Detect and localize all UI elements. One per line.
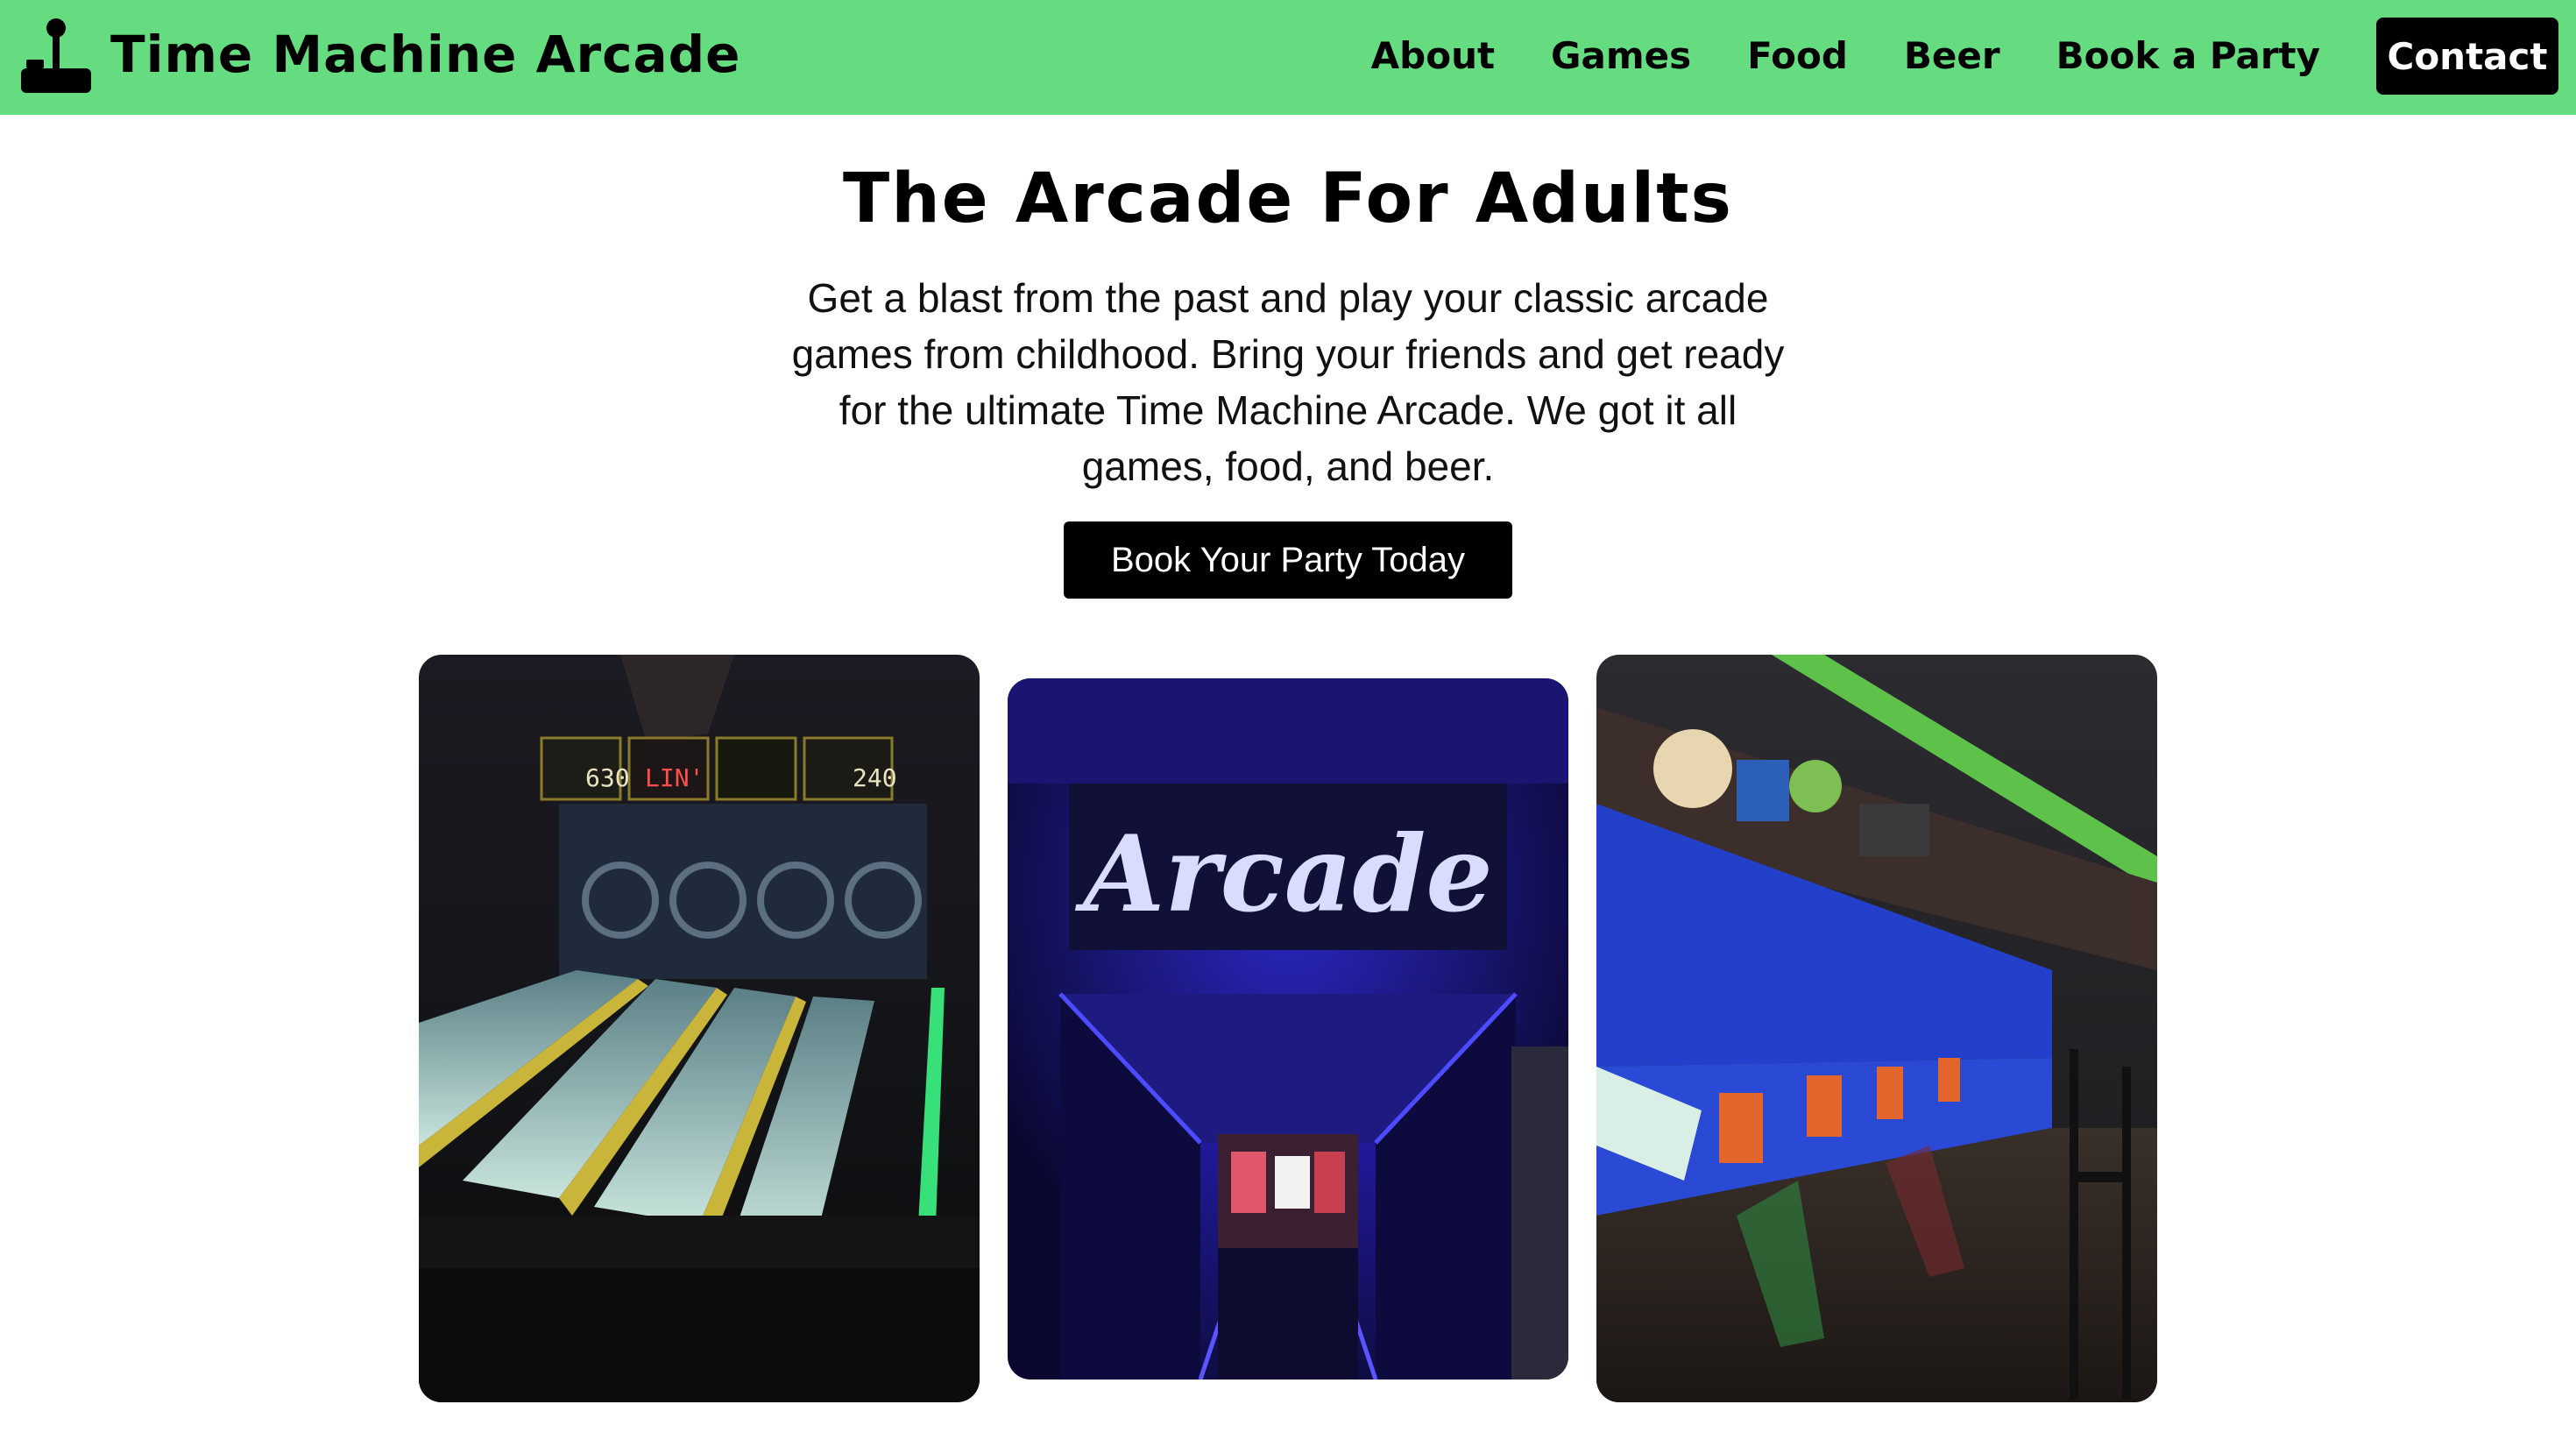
nav-about[interactable]: About: [1371, 38, 1495, 74]
hero-title: The Arcade For Adults: [843, 160, 1733, 238]
nav-games[interactable]: Games: [1551, 38, 1691, 74]
joystick-icon: [21, 18, 91, 93]
contact-button[interactable]: Contact: [2376, 18, 2558, 95]
score-240: 240: [853, 763, 897, 792]
arcade-tunnel-photo: Arcade: [1008, 678, 1568, 1380]
nav-beer[interactable]: Beer: [1904, 38, 2000, 74]
brand[interactable]: Time Machine Arcade: [21, 16, 741, 93]
nav-book-party[interactable]: Book a Party: [2056, 38, 2320, 74]
skee-ball-photo: 630 LIN' 240: [419, 655, 980, 1402]
book-party-button[interactable]: Book Your Party Today: [1064, 521, 1512, 599]
arcade-sign: Arcade: [1074, 812, 1492, 936]
nav-links: About Games Food Beer Book a Party Conta…: [1315, 18, 2558, 95]
hero-description: Get a blast from the past and play your …: [791, 275, 1785, 489]
top-navbar: Time Machine Arcade About Games Food Bee…: [0, 0, 2576, 115]
arcade-hall-photo: [1596, 655, 2157, 1402]
nav-food[interactable]: Food: [1747, 38, 1848, 74]
score-630: 630: [585, 763, 630, 792]
score-lin: LIN': [645, 763, 704, 792]
brand-name: Time Machine Arcade: [110, 25, 741, 84]
